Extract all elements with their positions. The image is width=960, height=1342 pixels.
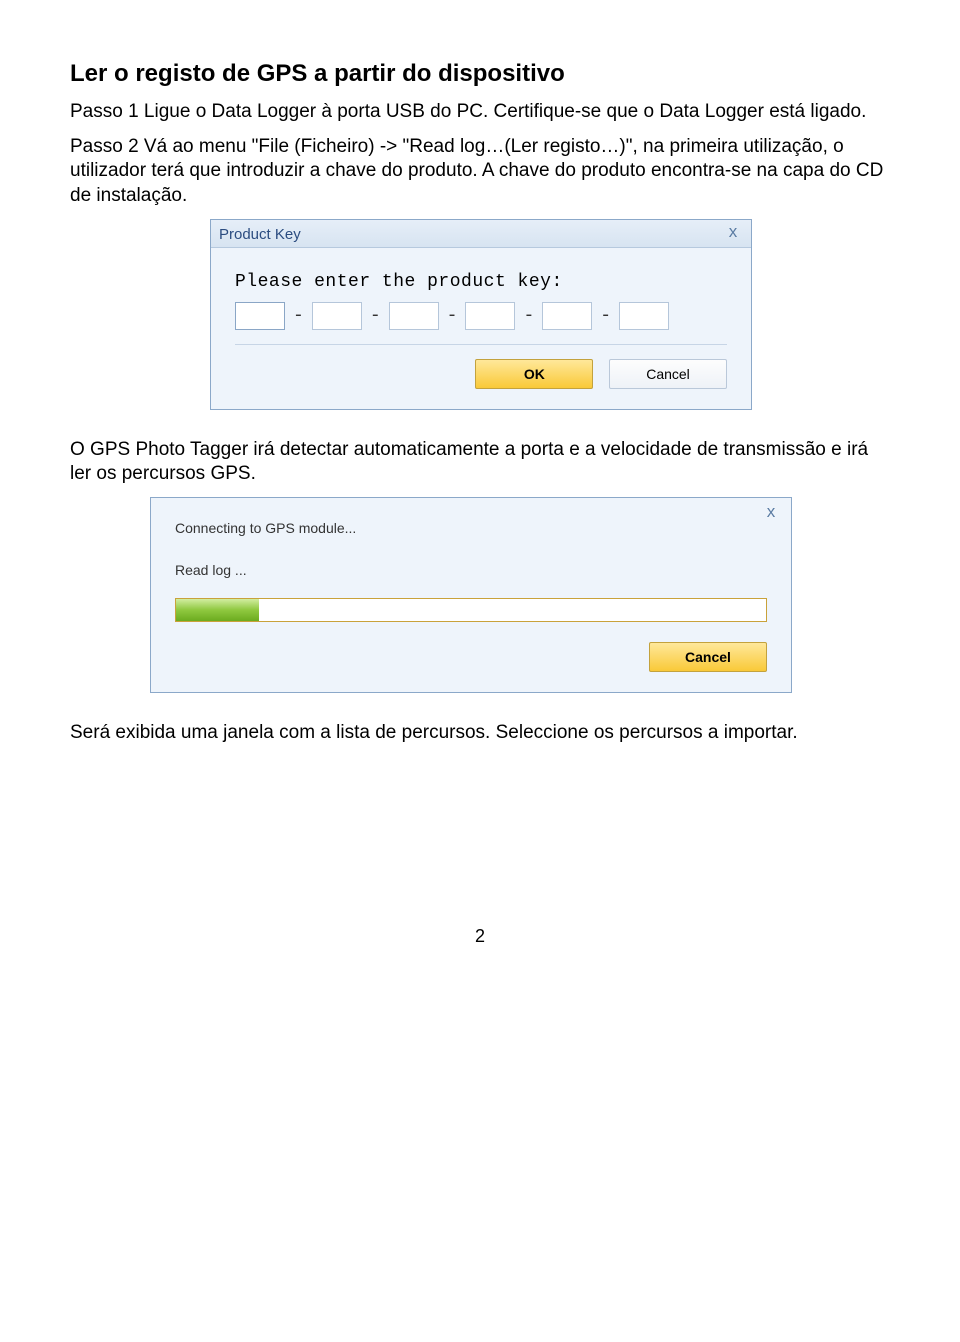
dash: - [291, 306, 306, 326]
dialog-title: Product Key [211, 220, 751, 248]
cancel-button[interactable]: Cancel [649, 642, 767, 672]
page-number: 2 [70, 926, 890, 947]
product-key-input-2[interactable] [312, 302, 362, 330]
dash: - [598, 306, 613, 326]
page-title: Ler o registo de GPS a partir do disposi… [70, 60, 890, 88]
product-key-input-4[interactable] [465, 302, 515, 330]
paragraph-tracklist: Será exibida uma janela com a lista de p… [70, 721, 890, 746]
product-key-input-3[interactable] [389, 302, 439, 330]
product-key-input-6[interactable] [619, 302, 669, 330]
dash: - [445, 306, 460, 326]
progress-bar [175, 598, 767, 622]
status-readlog: Read log ... [175, 562, 767, 578]
product-key-input-5[interactable] [542, 302, 592, 330]
product-key-input-1[interactable] [235, 302, 285, 330]
dash: - [521, 306, 536, 326]
paragraph-step2: Passo 2 Vá ao menu "File (Ficheiro) -> "… [70, 135, 890, 209]
divider [235, 344, 727, 345]
close-icon[interactable]: x [723, 224, 743, 242]
dash: - [368, 306, 383, 326]
close-icon[interactable]: x [761, 504, 781, 522]
paragraph-autodetect: O GPS Photo Tagger irá detectar automati… [70, 438, 890, 487]
ok-button[interactable]: OK [475, 359, 593, 389]
product-key-row: - - - - - [235, 302, 727, 330]
product-key-dialog: Product Key x Please enter the product k… [210, 219, 752, 410]
cancel-button[interactable]: Cancel [609, 359, 727, 389]
progress-dialog: x Connecting to GPS module... Read log .… [150, 497, 792, 693]
status-connecting: Connecting to GPS module... [175, 520, 767, 536]
product-key-prompt: Please enter the product key: [235, 272, 727, 292]
progress-fill [176, 599, 259, 621]
paragraph-step1: Passo 1 Ligue o Data Logger à porta USB … [70, 100, 890, 125]
